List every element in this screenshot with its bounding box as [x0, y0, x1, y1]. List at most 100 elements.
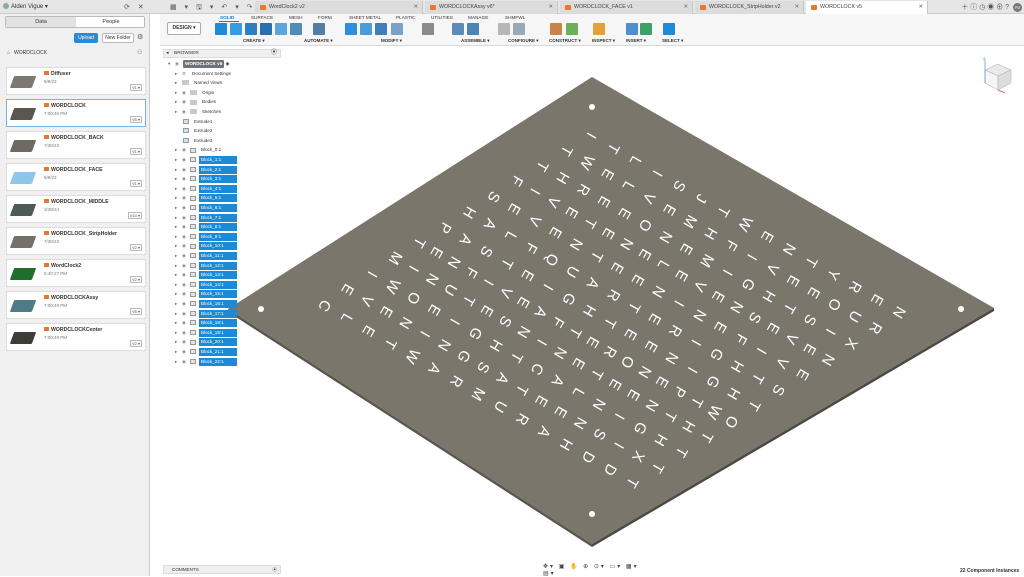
- gear-icon[interactable]: ⚙: [137, 33, 143, 41]
- tab-utilities[interactable]: UTILITIES: [431, 15, 453, 20]
- tree-item-block[interactable]: ▸ ◉ Block_13:1: [175, 271, 237, 280]
- eye-icon[interactable]: ◉: [182, 310, 190, 318]
- tab-manage[interactable]: MANAGE: [468, 15, 488, 20]
- sketch-icon[interactable]: [215, 23, 227, 35]
- eye-icon[interactable]: ◉: [182, 262, 190, 270]
- tab-solid[interactable]: SOLID: [220, 15, 234, 20]
- expand-arrow-icon[interactable]: ▸: [175, 262, 182, 270]
- file-card[interactable]: WORDCLOCK_FACE 8/9/23 V1 ▾: [6, 163, 146, 191]
- document-tab[interactable]: WordClock2 v2 ✕: [255, 1, 423, 14]
- tree-item-block[interactable]: ▸ ◉ Block_9:1: [175, 232, 237, 241]
- breadcrumb[interactable]: ⌂ WORDCLOCK: [7, 50, 47, 56]
- expand-arrow-icon[interactable]: ▸: [175, 185, 182, 193]
- file-card[interactable]: WORDCLOCK_StripHolder 7/30/23 V2 ▾: [6, 227, 146, 255]
- tree-item-block[interactable]: ▸ ◉ Block_8:1: [175, 223, 237, 232]
- expand-arrow-icon[interactable]: ▸: [175, 271, 182, 279]
- expand-arrow-icon[interactable]: ▸: [175, 79, 182, 87]
- close-icon[interactable]: ✕: [684, 1, 688, 14]
- eye-icon[interactable]: ◉: [182, 300, 190, 308]
- expand-arrow-icon[interactable]: ▸: [175, 108, 182, 116]
- avatar[interactable]: AV: [1013, 3, 1022, 12]
- expand-arrow-icon[interactable]: ▸: [175, 338, 182, 346]
- close-icon[interactable]: ✕: [549, 1, 553, 14]
- tree-item-block[interactable]: ▸ ◉ Block_17:1: [175, 309, 237, 318]
- tree-item-block[interactable]: ▸ ◉ Block_22:1: [175, 357, 237, 366]
- configure-icon[interactable]: [498, 23, 510, 35]
- document-tab[interactable]: WORDCLOCK_StripHolder v2 ✕: [695, 1, 804, 14]
- expand-arrow-icon[interactable]: ▸: [175, 300, 182, 308]
- expand-arrow-icon[interactable]: ▸: [175, 156, 182, 164]
- expand-arrow-icon[interactable]: ▸: [175, 175, 182, 183]
- new-folder-button[interactable]: New Folder: [102, 33, 134, 43]
- fillet-icon[interactable]: [360, 23, 372, 35]
- axis-icon[interactable]: [566, 23, 578, 35]
- eye-icon[interactable]: ◉: [182, 156, 190, 164]
- file-card[interactable]: WORDCLOCK_MIDDLE 3/28/24 V10 ▾: [6, 195, 146, 223]
- navigation-bar[interactable]: ✥▾ ▣ ✋ ⊕ ⊙▾ ▭▾ ▦▾ ▤▾: [543, 563, 643, 577]
- expand-arrow-icon[interactable]: ▸: [175, 146, 182, 154]
- tree-item[interactable]: ▸ ◉ Block_0:1: [175, 146, 223, 154]
- home-icon[interactable]: ⌂: [7, 50, 10, 56]
- tree-item-block[interactable]: ▸ ◉ Block_6:1: [175, 204, 237, 212]
- tree-item[interactable]: ▸ ◉ Origin: [175, 89, 216, 97]
- pin-icon[interactable]: ⦿: [271, 49, 277, 57]
- browser-header[interactable]: ◂ BROWSER ⦿: [163, 49, 281, 58]
- group-configure[interactable]: CONFIGURE ▾: [508, 38, 539, 44]
- eye-icon[interactable]: ◉: [182, 89, 190, 97]
- expand-arrow-icon[interactable]: ▸: [175, 98, 182, 106]
- tree-item-block[interactable]: ▸ ◉ Block_7:1: [175, 213, 237, 222]
- expand-arrow-icon[interactable]: ▸: [175, 252, 182, 260]
- data-panel-icons[interactable]: ⟳ ✕: [124, 3, 147, 11]
- expand-arrow-icon[interactable]: ▸: [175, 70, 182, 78]
- tree-root[interactable]: ▾ ◉ WORDCLOCK v5 ◉: [168, 60, 230, 68]
- eye-icon[interactable]: ◉: [182, 252, 190, 260]
- eye-icon[interactable]: ◉: [182, 233, 190, 241]
- combine-icon[interactable]: [391, 23, 403, 35]
- expand-arrow-icon[interactable]: ▸: [175, 204, 182, 212]
- expand-arrow-icon[interactable]: ▸: [175, 329, 182, 337]
- tab-data[interactable]: Data: [6, 17, 76, 27]
- expand-arrow-icon[interactable]: ▾: [168, 60, 175, 68]
- tab-plastic[interactable]: PLASTIC: [396, 15, 416, 20]
- document-tab[interactable]: WORDCLOCK_FACE v1 ✕: [560, 1, 693, 14]
- tree-item-block[interactable]: ▸ ◉ Block_14:1: [175, 280, 237, 289]
- tree-item-block[interactable]: ▸ ◉ Block_4:1: [175, 184, 237, 193]
- box-icon[interactable]: [275, 23, 287, 35]
- tree-item-block[interactable]: ▸ ◉ Block_20:1: [175, 338, 237, 347]
- automate-icon[interactable]: [313, 23, 325, 35]
- eye-icon[interactable]: ◉: [175, 60, 183, 68]
- eye-icon[interactable]: ◉: [182, 146, 190, 154]
- view-cube[interactable]: Z: [981, 56, 1015, 94]
- decal-icon[interactable]: [640, 23, 652, 35]
- group-assemble[interactable]: ASSEMBLE ▾: [461, 38, 490, 44]
- document-tab[interactable]: WORDCLOCKAssy v6* ✕: [425, 1, 558, 14]
- eye-icon[interactable]: ◉: [182, 281, 190, 289]
- tree-item-block[interactable]: ▸ ◉ Block_18:1: [175, 319, 237, 328]
- eye-icon[interactable]: ◉: [182, 223, 190, 231]
- shell-icon[interactable]: [375, 23, 387, 35]
- version-badge[interactable]: V1 ▾: [129, 84, 142, 91]
- version-badge[interactable]: V1 ▾: [129, 180, 142, 187]
- eye-icon[interactable]: ◉: [182, 358, 190, 366]
- tree-item-block[interactable]: ▸ ◉ Block_3:1: [175, 175, 237, 184]
- eye-icon[interactable]: ◉: [182, 204, 190, 212]
- eye-icon[interactable]: ◉: [182, 166, 190, 174]
- group-insert[interactable]: INSERT ▾: [626, 38, 646, 44]
- tab-shmfwl[interactable]: SHMFWL: [505, 15, 525, 20]
- revolve-icon[interactable]: [260, 23, 272, 35]
- as-built-icon[interactable]: [467, 23, 479, 35]
- tree-item-block[interactable]: ▸ ◉ Block_21:1: [175, 348, 237, 356]
- tree-item[interactable]: ▸ Named Views: [175, 79, 224, 87]
- eye-icon[interactable]: ◉: [182, 242, 190, 250]
- group-inspect[interactable]: INSPECT ▾: [592, 38, 615, 44]
- radio-icon[interactable]: ◉: [226, 61, 230, 66]
- group-construct[interactable]: CONSTRUCT ▾: [549, 38, 581, 44]
- tab-form[interactable]: FORM: [318, 15, 332, 20]
- expand-arrow-icon[interactable]: ▸: [175, 348, 182, 356]
- eye-icon[interactable]: ◉: [182, 108, 190, 116]
- expand-arrow-icon[interactable]: ▸: [175, 214, 182, 222]
- form-icon[interactable]: [230, 23, 242, 35]
- close-icon[interactable]: ✕: [919, 1, 923, 14]
- file-card[interactable]: Diffuser 8/9/23 V1 ▾: [6, 67, 146, 95]
- tree-item-block[interactable]: ▸ ◉ Block_16:1: [175, 300, 237, 308]
